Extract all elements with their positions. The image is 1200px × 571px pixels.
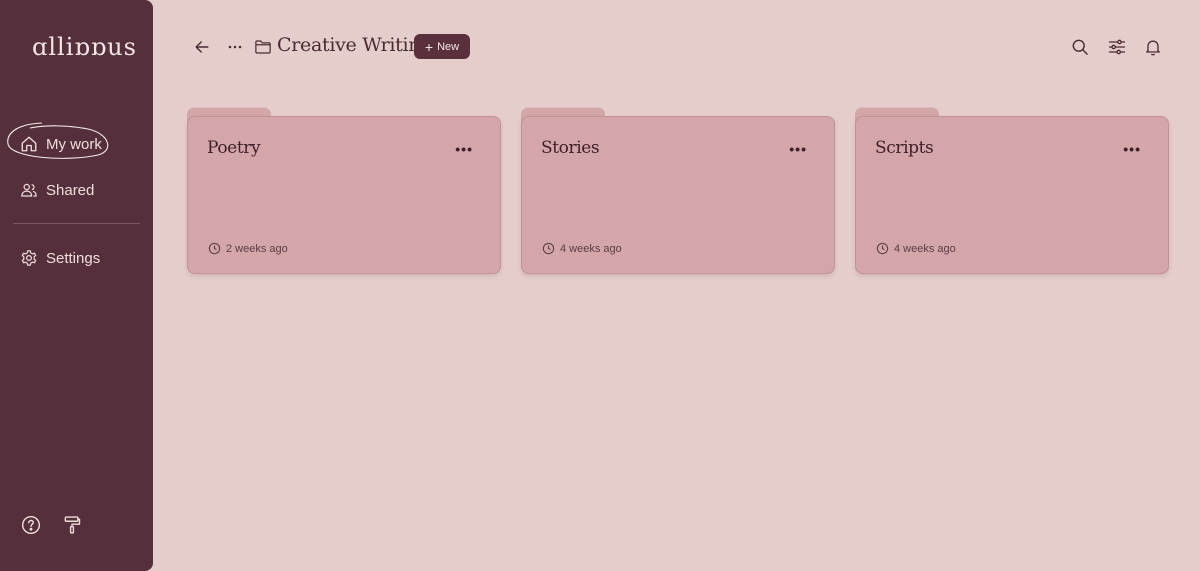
- sidebar-item-my-work[interactable]: My work: [20, 131, 102, 157]
- sidebar: ɑlliɒɒus My work Shared Settings: [0, 0, 153, 571]
- new-button[interactable]: + New: [414, 34, 470, 59]
- more-icon[interactable]: [225, 37, 245, 57]
- folder-time: 2 weeks ago: [226, 242, 288, 255]
- folder-icon: [255, 40, 271, 54]
- folder-modified: 4 weeks ago: [876, 242, 956, 255]
- search-icon[interactable]: [1070, 37, 1090, 57]
- folder-modified: 4 weeks ago: [542, 242, 622, 255]
- paint-roller-icon[interactable]: [62, 515, 82, 535]
- folder-card-poetry[interactable]: Poetry ••• 2 weeks ago: [187, 108, 501, 274]
- plus-icon: +: [424, 38, 434, 55]
- app-logo[interactable]: ɑlliɒɒus: [32, 33, 137, 61]
- filter-icon[interactable]: [1107, 37, 1127, 57]
- sidebar-item-settings[interactable]: Settings: [20, 245, 100, 271]
- gear-icon: [21, 250, 37, 266]
- folder-more-button[interactable]: •••: [455, 141, 473, 157]
- page-title: Creative Writing: [277, 34, 433, 56]
- folder-more-button[interactable]: •••: [1123, 141, 1141, 157]
- help-icon[interactable]: [21, 515, 41, 535]
- sidebar-item-shared[interactable]: Shared: [20, 177, 94, 203]
- folder-time: 4 weeks ago: [560, 242, 622, 255]
- sidebar-divider: [13, 223, 140, 224]
- back-arrow-icon[interactable]: [192, 37, 212, 57]
- folder-time: 4 weeks ago: [894, 242, 956, 255]
- bell-icon[interactable]: [1143, 37, 1163, 57]
- sidebar-item-label: Settings: [46, 249, 101, 267]
- sidebar-item-label: Shared: [46, 181, 95, 199]
- folder-card-stories[interactable]: Stories ••• 4 weeks ago: [521, 108, 835, 274]
- users-icon: [21, 183, 37, 197]
- folder-name: Scripts: [875, 138, 934, 158]
- folder-name: Poetry: [207, 138, 261, 158]
- folder-name: Stories: [541, 138, 600, 158]
- new-button-label: New: [437, 40, 460, 53]
- clock-icon: [542, 242, 555, 255]
- home-icon: [21, 136, 37, 152]
- folder-card-scripts[interactable]: Scripts ••• 4 weeks ago: [855, 108, 1169, 274]
- sidebar-item-label: My work: [46, 135, 102, 153]
- folder-modified: 2 weeks ago: [208, 242, 288, 255]
- clock-icon: [876, 242, 889, 255]
- clock-icon: [208, 242, 221, 255]
- folder-more-button[interactable]: •••: [789, 141, 807, 157]
